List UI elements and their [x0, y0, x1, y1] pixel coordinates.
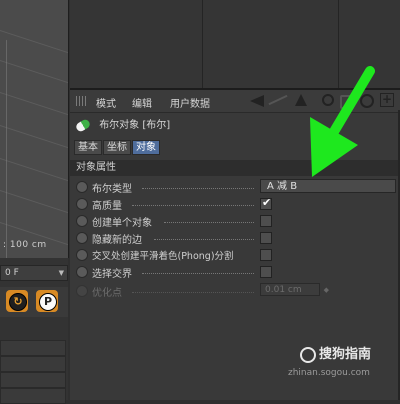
animation-radio-icon[interactable]: [76, 215, 88, 227]
refresh-icon: ↻: [9, 293, 27, 311]
animation-radio-icon[interactable]: [76, 249, 88, 261]
prop-label: 优化点: [92, 288, 122, 299]
animation-radio-icon: [76, 285, 88, 297]
grid-line: [0, 92, 68, 118]
grid-line: [0, 125, 68, 151]
dotted-leader: [142, 187, 254, 189]
animation-radio-icon[interactable]: [76, 198, 88, 210]
up-arrow-icon[interactable]: [295, 94, 307, 106]
tab-object[interactable]: 对象: [132, 140, 160, 155]
dotted-leader: [154, 238, 254, 240]
grid-scale-label: : 100 cm: [3, 240, 47, 250]
panel-divider: [202, 0, 203, 88]
watermark-logo: 搜狗指南: [300, 343, 371, 363]
hide-new-edges-checkbox[interactable]: [260, 232, 272, 244]
left-row[interactable]: [0, 356, 66, 372]
dotted-leader: [164, 221, 254, 223]
arrow-shaft: [327, 66, 375, 140]
dotted-leader: [142, 272, 254, 274]
stepper-icon: ◆: [323, 286, 329, 294]
prop-label: 高质量: [92, 201, 122, 212]
prop-label: 创建单个对象: [92, 218, 152, 229]
tab-coord[interactable]: 坐标: [103, 140, 131, 155]
prop-phong-break: 交叉处创建平滑着色(Phong)分割: [70, 247, 400, 263]
numfield-value: 0.01 cm: [265, 285, 302, 295]
forward-arrow-icon[interactable]: [268, 94, 288, 106]
dotted-leader: [132, 291, 254, 293]
back-arrow-icon[interactable]: [250, 95, 264, 107]
object-title: 布尔对象 [布尔]: [74, 117, 171, 134]
left-row[interactable]: [0, 388, 66, 404]
grip-icon[interactable]: [76, 96, 88, 106]
prop-label: 交叉处创建平滑着色(Phong)分割: [92, 251, 234, 262]
create-single-checkbox[interactable]: [260, 215, 272, 227]
menu-user-data[interactable]: 用户数据: [170, 95, 210, 110]
select-intersections-checkbox[interactable]: [260, 266, 272, 278]
animation-radio-icon[interactable]: [76, 266, 88, 278]
animation-radio-icon[interactable]: [76, 232, 88, 244]
frame-value: 0 F: [5, 268, 19, 278]
grid-line: [0, 190, 68, 216]
grid-line: [0, 30, 68, 56]
dropdown-value: A 减 B: [267, 181, 298, 192]
menu-mode[interactable]: 模式: [96, 95, 116, 110]
dotted-leader: [132, 204, 254, 206]
prop-select-intersections: 选择交界: [70, 264, 400, 280]
phong-break-checkbox[interactable]: [260, 249, 272, 261]
p-button[interactable]: P: [36, 290, 58, 312]
optimize-points-field: 0.01 cm ◆: [260, 283, 329, 296]
left-row[interactable]: [0, 372, 66, 388]
object-title-text: 布尔对象 [布尔]: [99, 120, 171, 131]
menu-edit[interactable]: 编辑: [132, 95, 152, 110]
prop-create-single: 创建单个对象: [70, 213, 400, 229]
attribute-tabs: 基本 坐标 对象: [74, 140, 161, 155]
chevron-down-icon[interactable]: ▼: [59, 266, 64, 280]
watermark-brand: 搜狗指南: [319, 347, 372, 362]
prop-label: 布尔类型: [92, 184, 132, 195]
prop-high-quality: 高质量 ✔: [70, 196, 400, 212]
p-icon: P: [39, 293, 57, 311]
watermark-url: zhinan.sogou.com: [288, 368, 370, 378]
sogou-logo-icon: [300, 346, 316, 363]
grid-line: [0, 158, 68, 184]
checkmark-icon: ✔: [262, 196, 272, 209]
frame-field[interactable]: 0 F ▼: [0, 265, 68, 281]
new-panel-icon[interactable]: +: [380, 93, 394, 107]
animation-radio-icon[interactable]: [76, 181, 88, 193]
tab-basic[interactable]: 基本: [74, 140, 102, 155]
refresh-button[interactable]: ↻: [6, 290, 28, 312]
high-quality-checkbox[interactable]: ✔: [260, 196, 272, 210]
prop-label: 选择交界: [92, 269, 132, 280]
green-arrow-icon: [310, 66, 375, 177]
3d-viewport[interactable]: : 100 cm: [0, 0, 69, 258]
grid-line: [0, 60, 68, 86]
left-row[interactable]: [0, 340, 66, 356]
boolean-object-icon: [74, 117, 92, 133]
prop-label: 隐藏新的边: [92, 235, 142, 246]
prop-hide-new-edges: 隐藏新的边: [70, 230, 400, 246]
prop-optimize-points: 优化点 0.01 cm ◆: [70, 283, 400, 299]
grid-edge: [6, 39, 7, 258]
